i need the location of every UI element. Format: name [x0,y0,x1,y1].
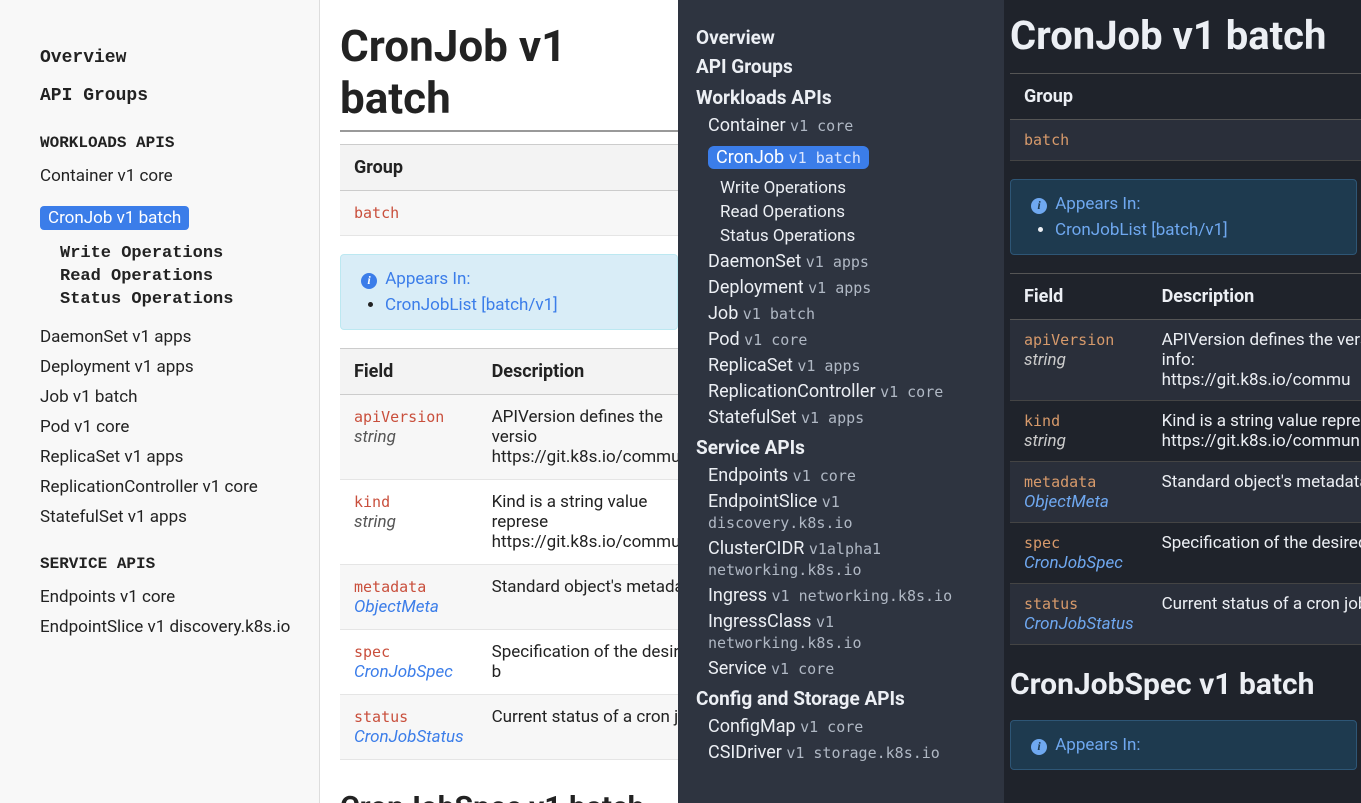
dnav-replicaset[interactable]: ReplicaSet v1 apps [708,355,990,376]
nav-overview[interactable]: Overview [40,48,299,68]
row-kind: kindstring Kind is a string value repres… [340,480,678,565]
dpage-title: CronJob v1 batch [1010,12,1361,59]
appears-in-link[interactable]: CronJobList [batch/v1] [385,295,558,315]
nav-statefulset[interactable]: StatefulSet v1 apps [40,507,299,527]
row-spec: specCronJobSpec Specification of the des… [340,630,678,695]
dnav-section-config: Config and Storage APIs [696,687,990,710]
nav-container[interactable]: Container v1 core [40,166,299,186]
dappears-in-label: Appears In: [1055,194,1140,214]
fields-table: Field Description apiVersionstring APIVe… [340,348,678,760]
drow-spec: specCronJobSpec Specification of the des… [1010,523,1361,584]
nav-status-ops[interactable]: Status Operations [60,290,299,309]
dnav-job[interactable]: Job v1 batch [708,303,990,324]
dgroup-table: Group batch [1010,73,1361,161]
dnav-read[interactable]: Read Operations [720,202,990,222]
nav-pod[interactable]: Pod v1 core [40,417,299,437]
dnav-container[interactable]: Container v1 core [708,115,990,136]
group-value: batch [354,204,399,222]
nav-endpointslice[interactable]: EndpointSlice v1 discovery.k8s.io [40,617,299,637]
drow-kind: kindstring Kind is a string value repres… [1010,401,1361,462]
dnav-statefulset[interactable]: StatefulSet v1 apps [708,407,990,428]
nav-section-service: SERVICE APIS [40,555,299,573]
dnav-write[interactable]: Write Operations [720,178,990,198]
drow-metadata: metadataObjectMeta Standard object's met… [1010,462,1361,523]
spec-title: CronJobSpec v1 batch [340,790,678,803]
appears-in-label: Appears In: [385,269,470,289]
dgroup-header: Group [1010,74,1361,120]
group-table: Group batch [340,144,678,236]
col-desc: Description [478,349,678,395]
nav-endpoints[interactable]: Endpoints v1 core [40,587,299,607]
dnav-status[interactable]: Status Operations [720,226,990,246]
drow-status: statusCronJobStatus Current status of a … [1010,584,1361,645]
dnav-section-service: Service APIs [696,436,990,459]
drow-apiversion: apiVersionstring APIVersion defines the … [1010,320,1361,401]
nav-replicationcontroller[interactable]: ReplicationController v1 core [40,477,299,497]
nav-read-ops[interactable]: Read Operations [60,267,299,286]
content-light: CronJob v1 batch Group batch i Appears I… [320,0,678,803]
dnav-ingress[interactable]: Ingress v1 networking.k8s.io [708,585,990,606]
nav-deployment[interactable]: Deployment v1 apps [40,357,299,377]
row-metadata: metadataObjectMeta Standard object's met… [340,565,678,630]
dfields-table: Field Description apiVersionstring APIVe… [1010,273,1361,645]
dnav-configmap[interactable]: ConfigMap v1 core [708,716,990,737]
nav-api-groups[interactable]: API Groups [40,86,299,106]
dnav-overview[interactable]: Overview [696,26,990,49]
dspec-title: CronJobSpec v1 batch [1010,667,1361,702]
row-apiversion: apiVersionstring APIVersion defines the … [340,395,678,480]
info-icon: i [361,273,377,289]
dnav-api-groups[interactable]: API Groups [696,55,990,78]
dnav-service[interactable]: Service v1 core [708,658,990,679]
sidebar-light: Overview API Groups WORKLOADS APIS Conta… [0,0,320,803]
dnav-daemonset[interactable]: DaemonSet v1 apps [708,251,990,272]
dnav-deployment[interactable]: Deployment v1 apps [708,277,990,298]
sidebar-dark: Overview API Groups Workloads APIs Conta… [678,0,1004,803]
info-icon: i [1031,739,1047,755]
nav-job[interactable]: Job v1 batch [40,387,299,407]
content-dark: CronJob v1 batch Group batch i Appears I… [1004,0,1361,803]
dnav-endpointslice[interactable]: EndpointSlice v1 discovery.k8s.io [708,491,990,533]
dnav-pod[interactable]: Pod v1 core [708,329,990,350]
dappears-in-label-2: Appears In: [1055,735,1140,755]
dcol-field: Field [1010,274,1148,320]
dcol-desc: Description [1148,274,1361,320]
dnav-cronjob[interactable]: CronJob v1 batch [708,146,869,169]
dappears-in-link[interactable]: CronJobList [batch/v1] [1055,220,1228,240]
group-header: Group [340,145,678,191]
dnav-endpoints[interactable]: Endpoints v1 core [708,465,990,486]
dappears-in-callout: i Appears In: CronJobList [batch/v1] [1010,179,1357,255]
nav-section-workloads: WORKLOADS APIS [40,134,299,152]
dnav-csidriver[interactable]: CSIDriver v1 storage.k8s.io [708,742,990,763]
info-icon: i [1031,198,1047,214]
nav-daemonset[interactable]: DaemonSet v1 apps [40,327,299,347]
nav-replicaset[interactable]: ReplicaSet v1 apps [40,447,299,467]
row-status: statusCronJobStatus Current status of a … [340,695,678,760]
dgroup-value: batch [1024,131,1069,149]
dnav-ingressclass[interactable]: IngressClass v1 networking.k8s.io [708,611,990,653]
dnav-replicationcontroller[interactable]: ReplicationController v1 core [708,381,990,402]
nav-cronjob[interactable]: CronJob v1 batch [40,206,189,230]
nav-write-ops[interactable]: Write Operations [60,244,299,263]
page-title: CronJob v1 batch [340,20,678,132]
dappears-in-callout-2: i Appears In: [1010,720,1357,770]
dnav-clustercidr[interactable]: ClusterCIDR v1alpha1 networking.k8s.io [708,538,990,580]
appears-in-callout: i Appears In: CronJobList [batch/v1] [340,254,678,330]
col-field: Field [340,349,478,395]
dnav-section-workloads: Workloads APIs [696,86,990,109]
